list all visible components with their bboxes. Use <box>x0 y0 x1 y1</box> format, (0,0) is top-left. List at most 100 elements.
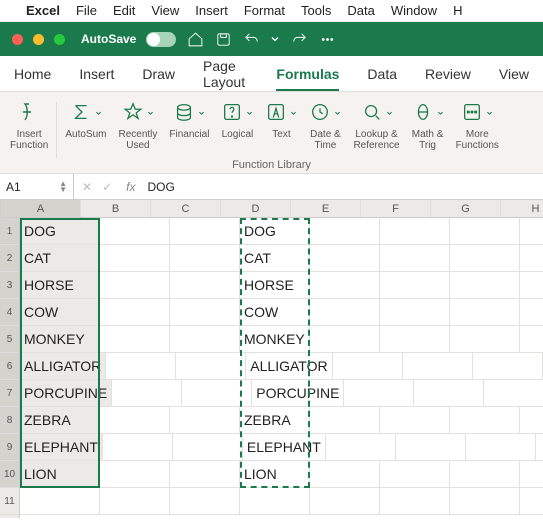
cell-D7[interactable]: PORCUPINE <box>252 380 344 407</box>
cell-B5[interactable] <box>100 326 170 353</box>
cell-E4[interactable] <box>310 299 380 326</box>
cell-H3[interactable] <box>520 272 543 299</box>
row-header-11[interactable]: 11 <box>0 488 19 515</box>
cell-A1[interactable]: DOG <box>20 218 100 245</box>
cell-F6[interactable] <box>403 353 473 380</box>
tab-insert[interactable]: Insert <box>79 66 114 82</box>
fx-label[interactable]: fx <box>120 180 141 194</box>
more-icon[interactable] <box>318 30 336 48</box>
col-header-A[interactable]: A <box>1 200 81 217</box>
cell-G6[interactable] <box>473 353 543 380</box>
cell-G9[interactable] <box>466 434 536 461</box>
cell-G10[interactable] <box>450 461 520 488</box>
cell-F11[interactable] <box>380 488 450 515</box>
name-box-stepper-icon[interactable]: ▲▼ <box>59 181 67 193</box>
cancel-icon[interactable]: ✕ <box>82 180 92 194</box>
cell-B3[interactable] <box>100 272 170 299</box>
col-header-H[interactable]: H <box>501 200 543 217</box>
cell-E5[interactable] <box>310 326 380 353</box>
menu-file[interactable]: File <box>76 3 97 18</box>
cell-H2[interactable] <box>520 245 543 272</box>
cell-B6[interactable] <box>106 353 176 380</box>
math-trig-button[interactable]: Math & Trig <box>406 98 450 162</box>
autosave-toggle[interactable] <box>146 32 176 47</box>
cell-A8[interactable]: ZEBRA <box>20 407 100 434</box>
tab-review[interactable]: Review <box>425 66 471 82</box>
cell-B9[interactable] <box>103 434 173 461</box>
cell-A9[interactable]: ELEPHANT <box>20 434 103 461</box>
tab-home[interactable]: Home <box>14 66 51 82</box>
date-time-button[interactable]: Date & Time <box>303 98 347 162</box>
undo-menu-icon[interactable] <box>270 30 280 48</box>
cell-G3[interactable] <box>450 272 520 299</box>
cell-D8[interactable]: ZEBRA <box>240 407 310 434</box>
cell-E6[interactable] <box>333 353 403 380</box>
cell-E11[interactable] <box>310 488 380 515</box>
autosum-button[interactable]: AutoSum <box>59 98 112 162</box>
close-icon[interactable] <box>12 34 23 45</box>
cell-B11[interactable] <box>100 488 170 515</box>
save-icon[interactable] <box>214 30 232 48</box>
cell-G11[interactable] <box>450 488 520 515</box>
cell-E9[interactable] <box>326 434 396 461</box>
cell-B2[interactable] <box>100 245 170 272</box>
menu-insert[interactable]: Insert <box>195 3 228 18</box>
confirm-icon[interactable]: ✓ <box>102 180 112 194</box>
cell-E7[interactable] <box>344 380 414 407</box>
cell-F5[interactable] <box>380 326 450 353</box>
undo-icon[interactable] <box>242 30 260 48</box>
col-header-G[interactable]: G <box>431 200 501 217</box>
menu-window[interactable]: Window <box>391 3 437 18</box>
tab-formulas[interactable]: Formulas <box>276 66 339 91</box>
col-header-E[interactable]: E <box>291 200 361 217</box>
cell-F10[interactable] <box>380 461 450 488</box>
cell-F9[interactable] <box>396 434 466 461</box>
menu-app[interactable]: Excel <box>26 3 60 18</box>
cell-B8[interactable] <box>100 407 170 434</box>
menu-view[interactable]: View <box>151 3 179 18</box>
tab-draw[interactable]: Draw <box>142 66 175 82</box>
cell-D10[interactable]: LION <box>240 461 310 488</box>
cell-G8[interactable] <box>450 407 520 434</box>
row-header-9[interactable]: 9 <box>0 434 19 461</box>
recently-used-button[interactable]: Recently Used <box>113 98 164 162</box>
cell-F1[interactable] <box>380 218 450 245</box>
cell-H5[interactable] <box>520 326 543 353</box>
cell-A7[interactable]: PORCUPINE <box>20 380 112 407</box>
menu-format[interactable]: Format <box>244 3 285 18</box>
cell-A6[interactable]: ALLIGATOR <box>20 353 106 380</box>
menu-tools[interactable]: Tools <box>301 3 331 18</box>
cell-H4[interactable] <box>520 299 543 326</box>
cell-A11[interactable] <box>20 488 100 515</box>
cell-E1[interactable] <box>310 218 380 245</box>
cell-G7[interactable] <box>484 380 543 407</box>
cell-H10[interactable] <box>520 461 543 488</box>
cell-H9[interactable] <box>536 434 543 461</box>
zoom-icon[interactable] <box>54 34 65 45</box>
more-functions-button[interactable]: More Functions <box>450 98 505 162</box>
text-button[interactable]: Text <box>259 98 303 162</box>
row-header-7[interactable]: 7 <box>0 380 19 407</box>
cell-H11[interactable] <box>520 488 543 515</box>
cell-E8[interactable] <box>310 407 380 434</box>
cell-D1[interactable]: DOG <box>240 218 310 245</box>
cell-C2[interactable] <box>170 245 240 272</box>
insert-function-button[interactable]: Insert Function <box>4 98 54 162</box>
row-header-1[interactable]: 1 <box>0 218 19 245</box>
tab-data[interactable]: Data <box>367 66 397 82</box>
cell-G5[interactable] <box>450 326 520 353</box>
cell-G2[interactable] <box>450 245 520 272</box>
cell-C3[interactable] <box>170 272 240 299</box>
cell-D9[interactable]: ELEPHANT <box>243 434 326 461</box>
menu-edit[interactable]: Edit <box>113 3 135 18</box>
cell-F3[interactable] <box>380 272 450 299</box>
cell-D4[interactable]: COW <box>240 299 310 326</box>
cell-C4[interactable] <box>170 299 240 326</box>
name-box[interactable]: A1 ▲▼ <box>0 174 74 199</box>
row-header-4[interactable]: 4 <box>0 299 19 326</box>
cell-G4[interactable] <box>450 299 520 326</box>
cell-D6[interactable]: ALLIGATOR <box>246 353 332 380</box>
col-header-B[interactable]: B <box>81 200 151 217</box>
cell-A5[interactable]: MONKEY <box>20 326 100 353</box>
cell-C6[interactable] <box>176 353 246 380</box>
